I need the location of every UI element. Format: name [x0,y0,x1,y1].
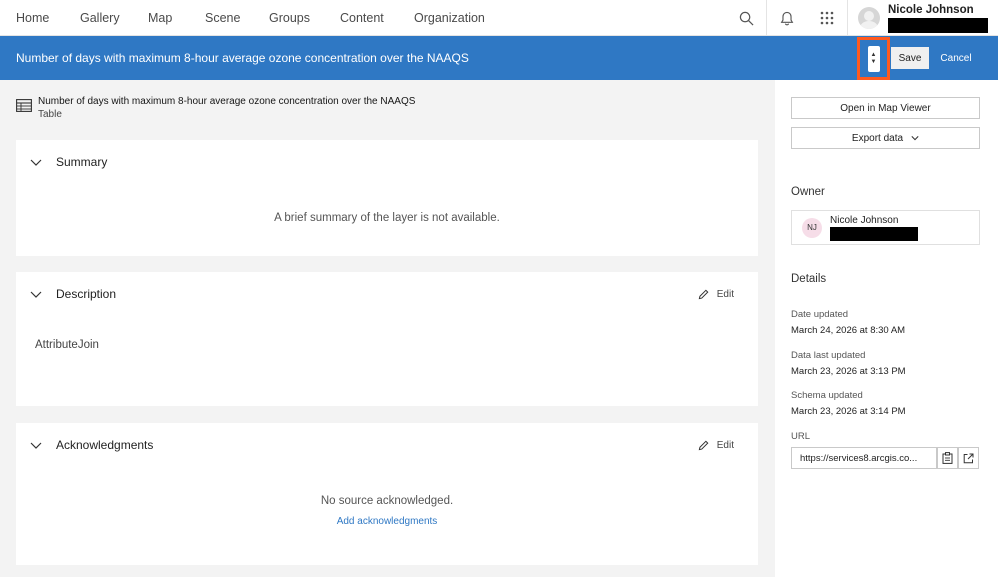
clipboard-icon [942,452,953,464]
acknowledgments-title: Acknowledgments [56,438,154,452]
schema-updated-value: March 23, 2026 at 3:14 PM [791,406,906,417]
description-title: Description [56,287,117,301]
date-updated-value: March 24, 2026 at 8:30 AM [791,325,906,336]
acknowledgments-text: No source acknowledged. [320,495,454,507]
open-in-map-viewer-button[interactable]: Open in Map Viewer [791,97,980,119]
owner-heading: Owner [791,186,825,198]
stepper-up-icon[interactable]: ▲ [871,52,877,59]
description-edit-button[interactable]: Edit [698,272,734,316]
highlighted-stepper-region: ▲ ▼ [857,37,890,80]
data-last-updated-value: March 23, 2026 at 3:13 PM [791,366,906,377]
user-name: Nicole Johnson [888,3,974,16]
user-menu[interactable]: Nicole Johnson [848,0,998,36]
nav-gallery[interactable]: Gallery [80,11,120,25]
nav-organization[interactable]: Organization [414,11,485,25]
title-edit-text[interactable]: Number of days with maximum 8-hour avera… [0,51,469,65]
schema-updated-label: Schema updated [791,390,863,401]
bell-icon[interactable] [767,0,807,36]
item-type: Table [38,109,62,120]
avatar [858,7,880,29]
acknowledgments-edit-label: Edit [716,439,734,451]
nav-map[interactable]: Map [148,11,172,25]
edit-title-bar: Number of days with maximum 8-hour avera… [0,36,998,80]
redacted-username [888,17,988,33]
url-field[interactable]: https://services8.arcgis.co... [791,447,937,469]
save-button[interactable]: Save [891,47,929,69]
redacted-owner-username [830,226,918,241]
export-data-label: Export data [851,132,904,144]
chevron-down-icon [911,136,919,141]
nav-content[interactable]: Content [340,11,384,25]
pencil-icon [698,440,709,450]
date-updated-label: Date updated [791,309,849,320]
stepper-down-icon[interactable]: ▼ [871,59,877,66]
acknowledgments-card: Acknowledgments Edit No source acknowled… [16,423,758,565]
resize-stepper[interactable]: ▲ ▼ [867,45,880,72]
export-data-button[interactable]: Export data [791,127,980,149]
nav-groups[interactable]: Groups [269,11,310,25]
table-icon [16,99,32,112]
search-icon[interactable] [726,0,766,36]
pencil-icon [698,289,709,299]
summary-header[interactable]: Summary [16,140,758,184]
nav-right: Nicole Johnson [726,0,998,36]
app-launcher-icon[interactable] [807,0,847,36]
external-link-icon [963,453,974,463]
acknowledgments-edit-button[interactable]: Edit [698,423,734,467]
summary-title: Summary [56,155,108,169]
owner-avatar: NJ [802,217,822,238]
cancel-button[interactable]: Cancel [936,47,976,69]
item-header: Number of days with maximum 8-hour avera… [16,96,415,120]
description-edit-label: Edit [716,288,734,300]
data-last-updated-label: Data last updated [791,350,866,361]
url-label: URL [791,431,811,442]
open-url-button[interactable] [958,447,979,469]
description-text: AttributeJoin [35,339,99,351]
acknowledgments-header[interactable]: Acknowledgments Edit [16,423,758,467]
top-nav: Home Gallery Map Scene Groups Content Or… [0,0,998,36]
description-card: Description Edit AttributeJoin [16,272,758,406]
nav-home[interactable]: Home [16,11,49,25]
chevron-down-icon[interactable] [30,288,42,300]
item-title: Number of days with maximum 8-hour avera… [38,96,416,107]
description-header[interactable]: Description Edit [16,272,758,316]
summary-card: Summary A brief summary of the layer is … [16,140,758,256]
nav-scene[interactable]: Scene [205,11,240,25]
right-sidebar: Open in Map Viewer Export data Owner NJ … [775,80,998,577]
details-heading: Details [791,273,827,285]
chevron-down-icon[interactable] [30,439,42,451]
owner-name: Nicole Johnson [830,214,899,226]
copy-url-button[interactable] [937,447,958,469]
chevron-down-icon[interactable] [30,156,42,168]
add-acknowledgments-link[interactable]: Add acknowledgments [16,516,758,527]
summary-text: A brief summary of the layer is not avai… [274,212,500,224]
owner-card[interactable]: NJ Nicole Johnson [791,210,980,245]
